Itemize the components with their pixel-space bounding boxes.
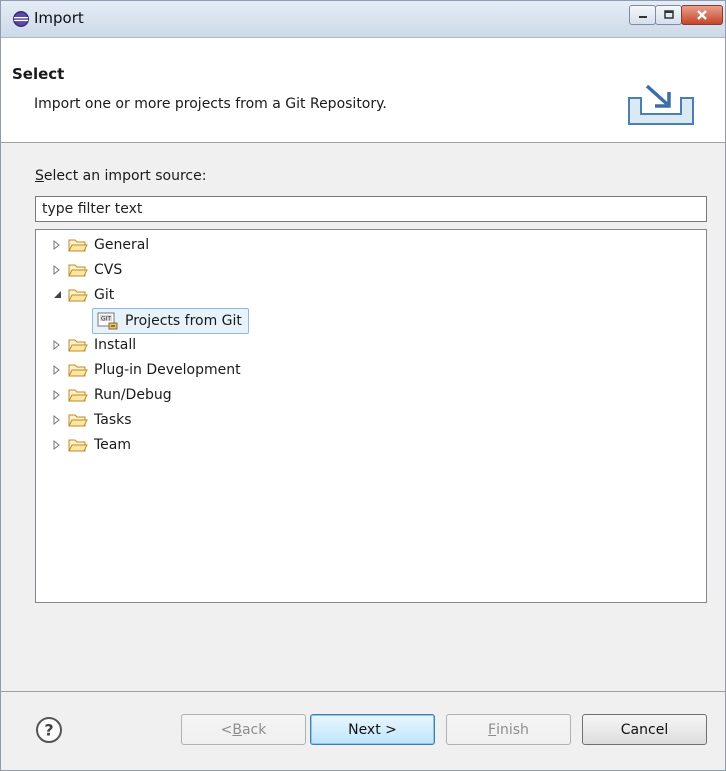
- import-source-tree[interactable]: General CVS Git GIT Projects from Git In…: [35, 229, 707, 603]
- import-source-label: Select an import source:: [35, 168, 206, 184]
- folder-icon: [68, 439, 88, 452]
- folder-icon: [68, 264, 88, 277]
- back-button-prefix: <: [220, 721, 233, 738]
- tree-item-label: CVS: [94, 262, 123, 278]
- tree-item-label: Run/Debug: [94, 387, 172, 403]
- finish-button-mnemonic: F: [488, 721, 497, 738]
- cancel-button-label: Cancel: [620, 721, 669, 738]
- import-wizard-icon: [628, 84, 694, 125]
- window-title: Import: [34, 9, 84, 27]
- svg-text:GIT: GIT: [101, 316, 111, 323]
- folder-icon: [68, 339, 88, 352]
- tree-item-label: Tasks: [94, 412, 132, 428]
- collapse-arrow-icon[interactable]: [50, 288, 64, 302]
- close-button[interactable]: [681, 5, 723, 25]
- close-icon: [682, 6, 722, 24]
- tree-item-team[interactable]: Team: [50, 433, 131, 457]
- maximize-button[interactable]: [655, 5, 682, 25]
- tree-item-label: General: [94, 237, 150, 253]
- tree-item-label: Team: [94, 437, 132, 453]
- tree-item-general[interactable]: General: [50, 233, 149, 257]
- eclipse-icon: [13, 11, 29, 27]
- cancel-button[interactable]: Cancel: [582, 714, 707, 745]
- next-button[interactable]: Next >: [310, 714, 435, 745]
- minimize-icon: [630, 6, 655, 24]
- tree-item-label: Plug-in Development: [94, 362, 241, 378]
- minimize-button[interactable]: [629, 5, 656, 25]
- folder-icon: [68, 289, 88, 302]
- wizard-header: Select Import one or more projects from …: [1, 38, 725, 143]
- import-source-label-text: elect an import source:: [43, 168, 207, 184]
- git-wizard-icon: GIT: [97, 312, 118, 330]
- next-button-label: Next >: [348, 721, 397, 738]
- expand-arrow-icon[interactable]: [50, 238, 64, 252]
- finish-button-label: inish: [496, 721, 529, 738]
- tree-item-git[interactable]: Git: [50, 283, 114, 307]
- expand-arrow-icon[interactable]: [50, 263, 64, 277]
- title-bar[interactable]: Import: [1, 1, 725, 38]
- folder-icon: [68, 389, 88, 402]
- tree-item-run-debug[interactable]: Run/Debug: [50, 383, 172, 407]
- tree-item-projects-from-git[interactable]: GIT Projects from Git: [92, 308, 249, 334]
- tree-item-plug-in-development[interactable]: Plug-in Development: [50, 358, 241, 382]
- folder-icon: [68, 239, 88, 252]
- maximize-icon: [656, 6, 681, 24]
- help-icon[interactable]: ?: [35, 716, 63, 744]
- tree-item-label: Git: [94, 287, 115, 303]
- back-button[interactable]: < Back: [181, 714, 306, 745]
- back-button-label: ack: [241, 721, 267, 738]
- folder-icon: [68, 414, 88, 427]
- back-button-mnemonic: B: [232, 721, 242, 738]
- tree-item-label: Projects from Git: [125, 313, 242, 329]
- filter-input[interactable]: [35, 196, 707, 222]
- tree-item-label: Install: [94, 337, 137, 353]
- folder-icon: [68, 364, 88, 377]
- tree-item-install[interactable]: Install: [50, 333, 136, 357]
- expand-arrow-icon[interactable]: [50, 338, 64, 352]
- tree-item-cvs[interactable]: CVS: [50, 258, 122, 282]
- expand-arrow-icon[interactable]: [50, 413, 64, 427]
- finish-button[interactable]: Finish: [446, 714, 571, 745]
- svg-text:?: ?: [44, 721, 53, 740]
- expand-arrow-icon[interactable]: [50, 388, 64, 402]
- button-bar-separator: [1, 691, 725, 692]
- import-source-mnemonic: S: [35, 168, 44, 184]
- expand-arrow-icon[interactable]: [50, 438, 64, 452]
- page-title: Select: [12, 65, 65, 83]
- import-dialog: Import Select Import one or more project…: [0, 0, 726, 771]
- tree-item-tasks[interactable]: Tasks: [50, 408, 132, 432]
- page-description: Import one or more projects from a Git R…: [34, 96, 387, 112]
- expand-arrow-icon[interactable]: [50, 363, 64, 377]
